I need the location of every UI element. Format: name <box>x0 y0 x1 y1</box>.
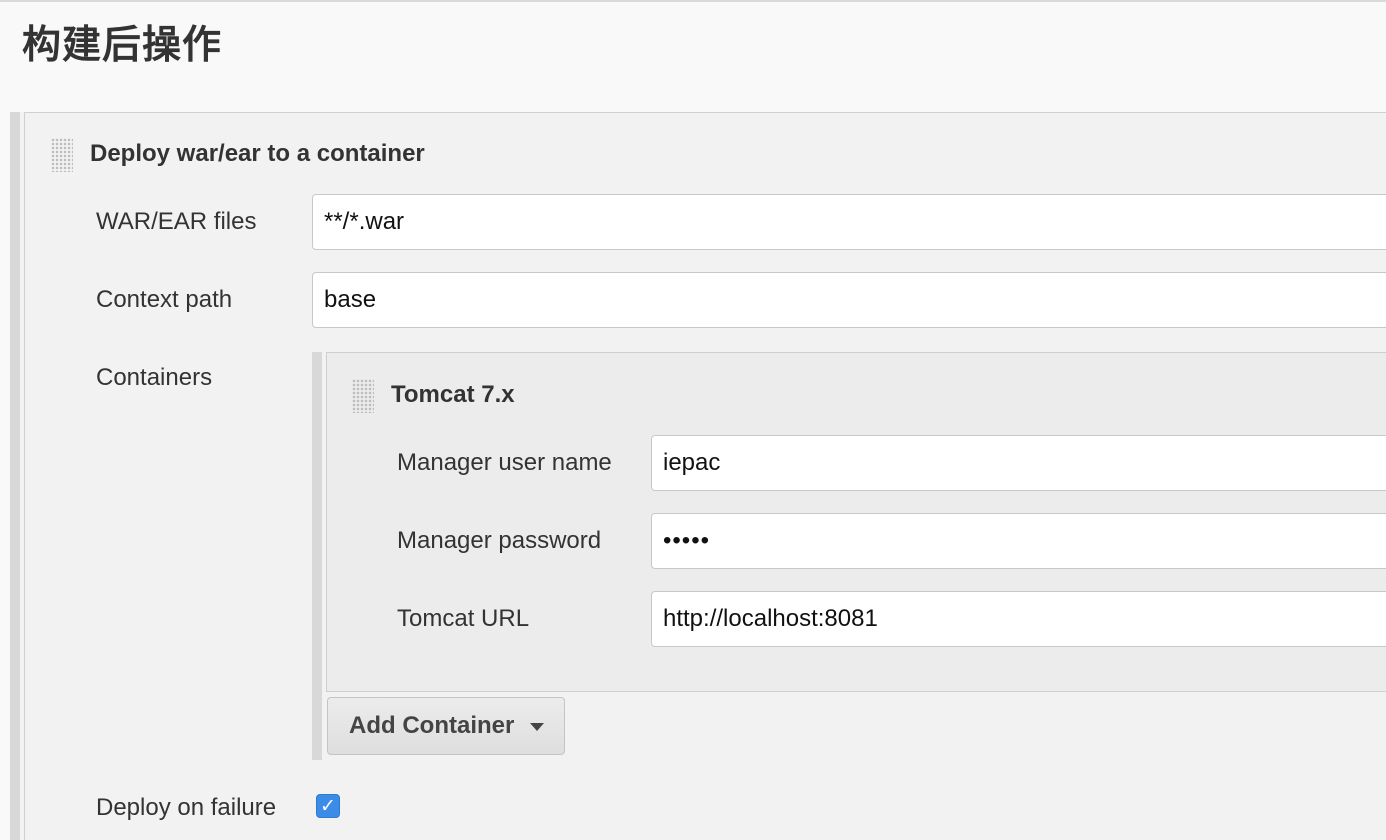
tomcat-url-label: Tomcat URL <box>397 605 530 632</box>
containers-label: Containers <box>96 364 213 391</box>
manager-user-input[interactable]: iepac <box>651 435 1386 491</box>
deploy-on-failure-label: Deploy on failure <box>96 794 277 821</box>
context-path-label: Context path <box>96 286 233 313</box>
deploy-on-failure-checkbox[interactable]: ✓ <box>316 794 340 818</box>
add-container-label: Add Container <box>349 712 515 739</box>
tomcat-url-input[interactable]: http://localhost:8081 <box>651 591 1386 647</box>
containers-left-bar <box>312 352 322 760</box>
page-title: 构建后操作 <box>22 23 223 68</box>
deploy-block-title: Deploy war/ear to a container <box>90 140 425 167</box>
drag-handle-icon[interactable] <box>352 379 374 413</box>
tomcat-block-title: Tomcat 7.x <box>391 381 515 408</box>
caret-down-icon <box>530 723 544 731</box>
top-divider <box>0 0 1386 2</box>
manager-password-label: Manager password <box>397 527 602 554</box>
war-files-input[interactable]: **/*.war <box>312 194 1386 250</box>
deploy-panel-left-bar <box>10 112 20 840</box>
war-files-label: WAR/EAR files <box>96 208 257 235</box>
context-path-input[interactable]: base <box>312 272 1386 328</box>
drag-handle-icon[interactable] <box>51 138 73 172</box>
checkmark-icon: ✓ <box>320 795 336 817</box>
manager-user-label: Manager user name <box>397 449 612 476</box>
manager-password-input[interactable]: ••••• <box>651 513 1386 569</box>
add-container-button[interactable]: Add Container <box>327 697 565 755</box>
